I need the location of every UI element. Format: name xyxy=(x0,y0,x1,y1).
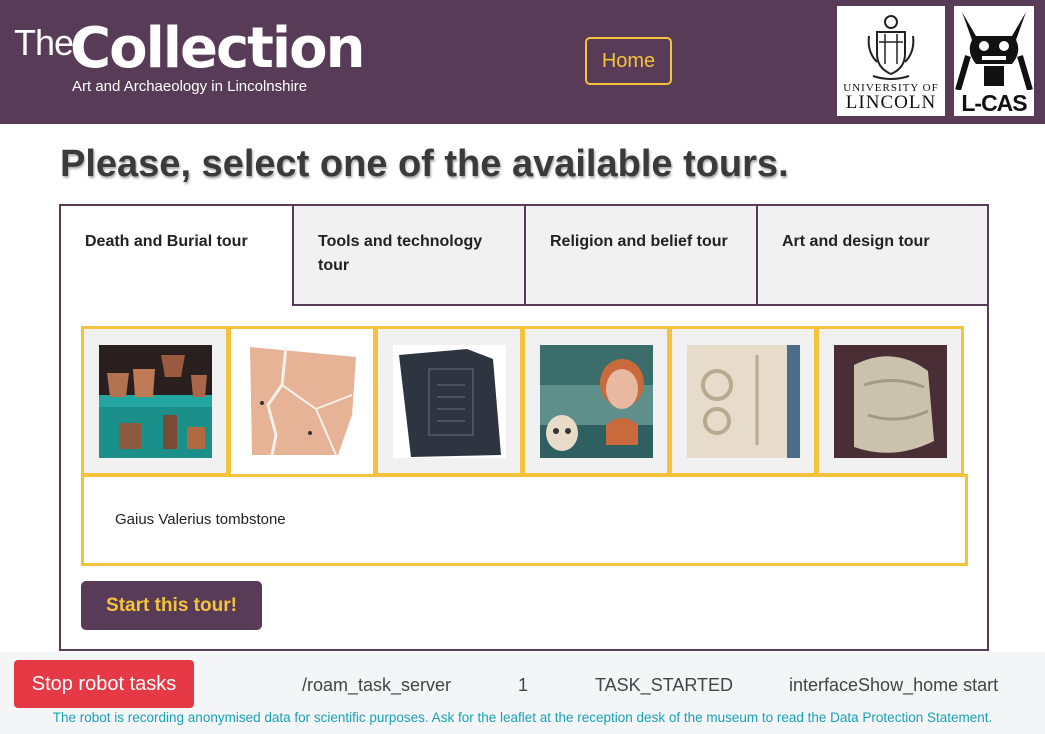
exhibit-thumb-pottery[interactable] xyxy=(81,326,229,476)
task-status: TASK_STARTED xyxy=(595,675,734,695)
pottery-display-image xyxy=(99,345,212,458)
exhibit-description-text: Gaius Valerius tombstone xyxy=(115,511,286,528)
logo-the: The xyxy=(14,22,74,63)
tab-religion-and-belief[interactable]: Religion and belief tour xyxy=(524,206,756,306)
tab-death-and-burial[interactable]: Death and Burial tour xyxy=(61,206,292,306)
stop-robot-tasks-button[interactable]: Stop robot tasks xyxy=(14,660,194,708)
tab-tools-and-technology[interactable]: Tools and technology tour xyxy=(292,206,524,306)
data-protection-notice: The robot is recording anonymised data f… xyxy=(52,710,993,725)
interface-status: interfaceShow_home start xyxy=(789,675,999,695)
server-status: /roam_task_server xyxy=(302,675,452,695)
robot-mascot-icon xyxy=(955,12,1033,90)
lcas-label: L-CAS xyxy=(961,90,1027,116)
lincoln-label: LINCOLN xyxy=(845,92,937,113)
exhibit-thumb-stone-fragment[interactable] xyxy=(228,326,376,476)
tour-panel: Death and Burial tour Tools and technolo… xyxy=(59,204,989,651)
dark-tombstone-image xyxy=(393,345,506,458)
university-of-lincoln-logo: UNIVERSITY OF LINCOLN xyxy=(837,6,945,116)
lcas-logo: L-CAS xyxy=(954,6,1034,116)
stone-fragment-image xyxy=(246,345,359,458)
exhibit-thumb-stone-sculpture[interactable] xyxy=(816,326,964,476)
exhibit-thumbnails xyxy=(81,326,968,476)
exhibit-thumb-facial-reconstruction[interactable] xyxy=(522,326,670,476)
tab-art-and-design[interactable]: Art and design tour xyxy=(756,206,987,306)
start-tour-button[interactable]: Start this tour! xyxy=(81,581,262,630)
header: The Collection Art and Archaeology in Li… xyxy=(0,0,1045,124)
footer-status-bar: Stop robot tasks /roam_task_server 1 TAS… xyxy=(0,652,1045,734)
exhibit-thumb-carved-stone[interactable] xyxy=(669,326,817,476)
logo-subtitle: Art and Archaeology in Lincolnshire xyxy=(72,78,308,95)
carved-stone-image xyxy=(687,345,800,458)
crest-icon xyxy=(867,15,915,80)
exhibit-thumb-tombstone[interactable] xyxy=(375,326,523,476)
logo-collection: Collection xyxy=(70,16,365,81)
facial-reconstruction-image xyxy=(540,345,653,458)
stone-sculpture-image xyxy=(834,345,947,458)
task-count: 1 xyxy=(518,675,529,695)
exhibit-description: Gaius Valerius tombstone xyxy=(81,474,968,566)
page-title: Please, select one of the available tour… xyxy=(60,143,789,185)
home-button[interactable]: Home xyxy=(585,37,672,85)
